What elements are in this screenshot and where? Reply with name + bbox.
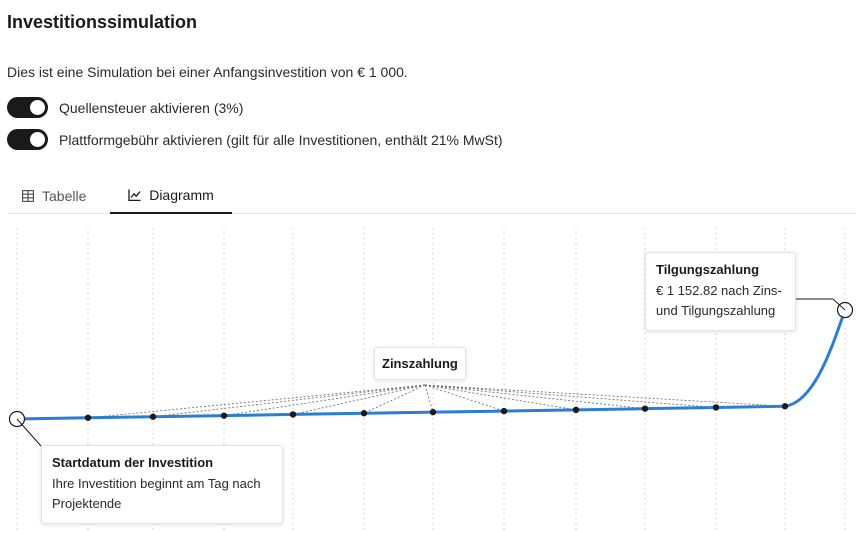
start-annotation-title: Startdatum der Investition <box>52 455 214 470</box>
interest-payment-point <box>781 403 789 410</box>
table-icon <box>22 190 34 202</box>
interest-leader-line <box>424 384 505 412</box>
interest-payment-point <box>641 405 649 412</box>
interest-annotation: Zinszahlung <box>374 347 466 380</box>
tab-chart-label: Diagramm <box>149 187 214 203</box>
page-description: Dies ist eine Simulation bei einer Anfan… <box>7 64 408 80</box>
interest-leader-line <box>363 384 426 414</box>
page-title: Investitionssimulation <box>7 12 198 32</box>
repayment-annotation-body: € 1 152.82 nach Zins- und Tilgungszahlun… <box>656 283 782 318</box>
interest-payment-point <box>289 411 297 418</box>
interest-payment-point <box>429 408 437 416</box>
tab-chart[interactable]: Diagramm <box>110 178 232 214</box>
interest-leader-line <box>292 384 426 415</box>
interest-payment-point <box>712 404 720 411</box>
start-connector <box>16 418 42 447</box>
interest-payment-point <box>360 410 368 417</box>
line-chart-icon <box>128 189 141 201</box>
platform-fee-toggle[interactable] <box>7 129 48 150</box>
platform-fee-label: Plattformgebühr aktivieren (gilt für all… <box>59 131 503 148</box>
interest-payment-point <box>500 407 508 415</box>
withholding-tax-toggle[interactable] <box>7 97 48 118</box>
interest-payment-point <box>572 406 580 414</box>
interest-leader-line <box>424 384 646 410</box>
withholding-tax-toggle-row: Quellensteuer aktivieren (3%) <box>7 97 243 118</box>
withholding-tax-label: Quellensteuer aktivieren (3%) <box>59 99 244 116</box>
repayment-annotation-title: Tilgungszahlung <box>656 262 760 277</box>
tab-table-label: Tabelle <box>42 188 87 204</box>
interest-leader-line <box>424 384 577 411</box>
interest-payment-point <box>84 414 92 421</box>
platform-fee-toggle-row: Plattformgebühr aktivieren (gilt für all… <box>7 129 503 150</box>
interest-leader-line <box>424 384 717 408</box>
view-tabs: Tabelle Diagramm <box>8 178 856 214</box>
interest-payment-point <box>220 412 228 419</box>
interest-annotation-title: Zinszahlung <box>382 356 458 371</box>
interest-leader-line <box>223 384 426 417</box>
interest-payment-point <box>149 413 157 420</box>
repayment-annotation: Tilgungszahlung € 1 152.82 nach Zins- un… <box>645 252 796 331</box>
start-annotation: Startdatum der Investition Ihre Investit… <box>41 445 283 524</box>
tab-table[interactable]: Tabelle <box>22 178 86 214</box>
toggle-knob <box>30 100 45 115</box>
toggle-knob <box>30 132 45 147</box>
interest-leader-line <box>424 384 434 413</box>
start-annotation-body: Ihre Investition beginnt am Tag nach Pro… <box>52 476 261 511</box>
